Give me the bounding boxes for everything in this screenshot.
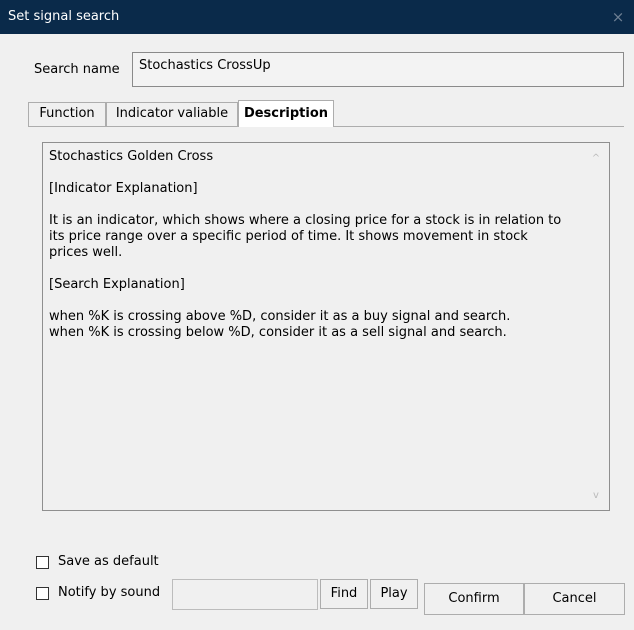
description-text: Stochastics Golden Cross [Indicator Expl…: [49, 149, 562, 340]
confirm-button[interactable]: Confirm: [424, 583, 524, 615]
save-as-default-checkbox[interactable]: [36, 556, 49, 569]
description-textarea[interactable]: Stochastics Golden Cross [Indicator Expl…: [42, 142, 610, 511]
save-as-default-label: Save as default: [58, 554, 159, 569]
tab-description-label: Description: [243, 106, 329, 121]
notify-by-sound-checkbox[interactable]: [36, 587, 49, 600]
tab-description[interactable]: Description: [238, 100, 334, 127]
dialog-title: Set signal search: [8, 9, 120, 24]
notify-by-sound-label: Notify by sound: [58, 585, 161, 600]
play-button[interactable]: Play: [370, 579, 418, 609]
scroll-up-icon[interactable]: ^: [589, 153, 603, 167]
title-bar[interactable]: Set signal search ×: [0, 0, 634, 34]
search-name-label: Search name: [34, 62, 120, 77]
sound-file-input[interactable]: [172, 579, 318, 610]
tab-indicator-valiable-label: Indicator valiable: [115, 106, 229, 121]
find-button[interactable]: Find: [320, 579, 368, 609]
cancel-button[interactable]: Cancel: [524, 583, 625, 615]
tab-function[interactable]: Function: [28, 102, 106, 126]
scroll-down-icon[interactable]: v: [589, 490, 603, 504]
set-signal-search-dialog: Set signal search × Search name Stochast…: [0, 0, 634, 630]
tab-function-label: Function: [39, 106, 95, 121]
close-icon[interactable]: ×: [608, 0, 628, 34]
search-name-input[interactable]: Stochastics CrossUp: [132, 52, 624, 87]
tab-indicator-valiable[interactable]: Indicator valiable: [106, 102, 238, 126]
